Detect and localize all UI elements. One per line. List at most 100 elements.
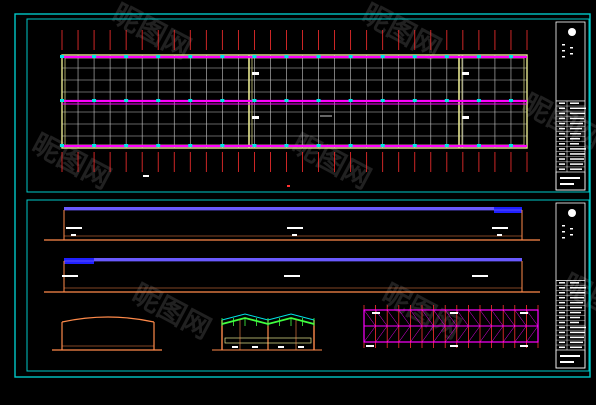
roof-label	[520, 345, 528, 347]
roof-label	[450, 345, 458, 347]
column-marker	[92, 55, 97, 58]
elevation-label	[287, 227, 303, 229]
signature-label	[559, 316, 565, 319]
elevation-tag	[497, 234, 502, 236]
signature-value	[570, 153, 585, 155]
roof-brace	[479, 309, 492, 327]
scale-note	[143, 175, 149, 177]
column-marker	[476, 99, 481, 102]
title-text-mark	[562, 225, 565, 227]
column-marker	[124, 99, 129, 102]
signature-label	[559, 301, 565, 304]
column-marker	[252, 144, 257, 147]
roof-brace	[363, 325, 376, 343]
signature-value	[570, 321, 579, 324]
column-marker	[92, 144, 97, 147]
signature-label	[559, 117, 565, 120]
signature-value	[570, 117, 584, 120]
roof-brace	[386, 309, 400, 327]
bay-label	[462, 72, 469, 75]
column-marker	[156, 55, 161, 58]
signature-label	[559, 291, 565, 294]
roof-line	[64, 258, 522, 261]
signature-value	[570, 112, 585, 115]
column-marker	[476, 55, 481, 58]
signature-value	[570, 311, 581, 314]
signature-label	[559, 127, 565, 130]
signature-label	[559, 331, 565, 334]
column-marker	[156, 99, 161, 102]
column-marker	[284, 55, 289, 58]
signature-label	[559, 143, 565, 145]
column-marker	[124, 55, 129, 58]
signature-label	[559, 163, 565, 165]
roof-brace	[444, 325, 458, 343]
title-text-mark	[570, 234, 573, 236]
title-text-mark	[570, 47, 573, 49]
column-marker	[444, 144, 449, 147]
section-label	[278, 346, 284, 348]
column-marker	[124, 144, 129, 147]
column-marker	[220, 99, 225, 102]
roof-brace	[502, 309, 516, 327]
roof-brace	[479, 325, 492, 343]
column-marker	[284, 144, 289, 147]
roof-label	[520, 312, 528, 314]
roof-brace	[375, 325, 388, 343]
column-marker	[188, 144, 193, 147]
signature-value	[570, 296, 584, 299]
drawing-number-text	[560, 183, 574, 185]
title-block	[555, 202, 586, 369]
column-marker	[188, 55, 193, 58]
elevation-label	[62, 275, 78, 277]
roof-brace	[386, 325, 400, 343]
column-marker	[220, 55, 225, 58]
drawing-number-text	[560, 177, 580, 179]
signature-value	[570, 346, 582, 349]
column-marker	[316, 144, 321, 147]
column-marker	[412, 99, 417, 102]
column-marker	[60, 99, 64, 102]
title-text-mark	[570, 228, 573, 230]
drawing-number-text	[560, 361, 574, 363]
roof-brace	[468, 309, 481, 327]
column-marker	[508, 99, 513, 102]
roof-brace	[514, 325, 527, 343]
cad-drawing	[14, 13, 591, 378]
roof-brace	[491, 309, 504, 327]
elevation-label	[66, 227, 82, 229]
plan-sheet-border	[26, 18, 590, 193]
signature-value	[570, 316, 580, 319]
signature-value	[570, 331, 585, 334]
column-marker	[156, 144, 161, 147]
column-marker	[348, 99, 353, 102]
signature-value	[570, 291, 585, 294]
column-marker	[252, 99, 257, 102]
signature-label	[559, 148, 565, 150]
drawing-number-text	[560, 355, 580, 357]
title-text-mark	[562, 50, 565, 52]
column-marker	[412, 144, 417, 147]
signature-value	[570, 122, 583, 125]
signature-label	[559, 153, 565, 155]
section-label	[232, 346, 238, 348]
signature-label	[559, 321, 565, 324]
signature-label	[559, 102, 565, 104]
signature-value	[570, 168, 582, 170]
signature-value	[570, 137, 580, 140]
roof-brace	[398, 309, 411, 327]
signature-value	[570, 287, 586, 289]
long-elevation-1	[44, 207, 540, 241]
roof-brace	[526, 325, 539, 343]
column-marker	[60, 55, 64, 58]
section-mark	[287, 185, 290, 187]
signature-label	[559, 341, 565, 344]
long-elevation-2	[44, 258, 540, 293]
signature-value	[570, 148, 586, 150]
drawing-number-box	[555, 349, 586, 369]
signature-label	[559, 158, 565, 160]
column-marker	[284, 99, 289, 102]
gable-roof	[61, 316, 155, 323]
column-marker	[60, 144, 64, 147]
elevation-sheet-border	[26, 199, 590, 372]
